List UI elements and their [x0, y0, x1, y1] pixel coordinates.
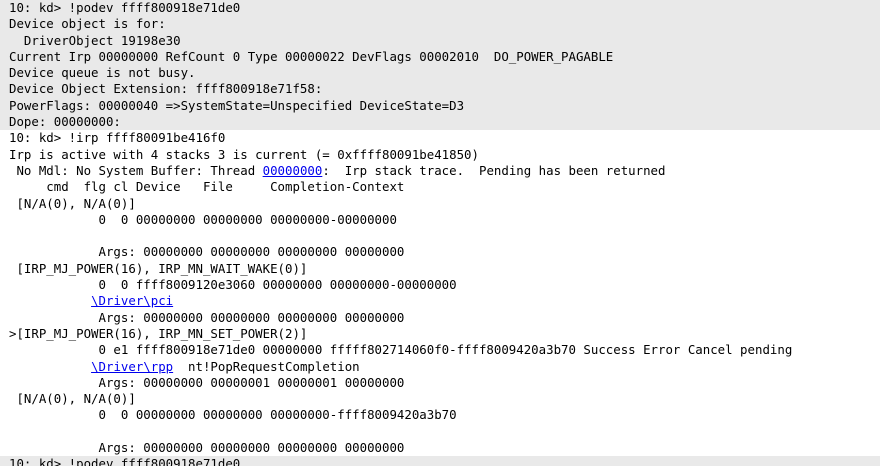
- output-line: Args: 00000000 00000001 00000001 0000000…: [9, 374, 405, 390]
- output-line: PowerFlags: 00000040 =>SystemState=Unspe…: [9, 97, 465, 113]
- command-prompt-line: 10: kd> !irp ffff80091be416f0: [9, 130, 226, 146]
- output-line: [N/A(0), N/A(0)]: [9, 195, 136, 211]
- output-line: \Driver\rpp nt!PopRequestCompletion: [0, 359, 880, 375]
- output-line: Dope: 00000000:: [9, 114, 121, 130]
- output-line: Device queue is not busy.: [9, 65, 196, 81]
- output-line: DriverObject 19198e30: [9, 32, 181, 48]
- output-text: nt!PopRequestCompletion: [173, 358, 360, 374]
- command-output-block: 10: kd> !podev ffff800918e71de0: [0, 456, 880, 466]
- output-line: 0 0 00000000 00000000 00000000-00000000: [9, 211, 397, 227]
- output-line: Args: 00000000 00000000 00000000 0000000…: [9, 309, 405, 325]
- output-line: cmd flg cl Device File Completion-Contex…: [9, 179, 405, 195]
- output-text: : Irp stack trace. Pending has been retu…: [322, 162, 666, 178]
- command-output-block: 10: kd> !irp ffff80091be416f0 Irp is acti…: [0, 130, 880, 457]
- output-text: No Mdl: No System Buffer: Thread: [9, 162, 263, 178]
- command-output-block: 10: kd> !podev ffff800918e71de0 Device ob…: [0, 0, 880, 131]
- command-prompt-line: 10: kd> !podev ffff800918e71de0: [9, 0, 241, 15]
- output-line: 0 0 ffff8009120e3060 00000000 00000000-0…: [9, 277, 457, 293]
- output-line: [N/A(0), N/A(0)]: [9, 391, 136, 407]
- output-line: [IRP_MJ_POWER(16), IRP_MN_WAIT_WAKE(0)]: [9, 260, 308, 276]
- dml-link[interactable]: \Driver\pci: [91, 293, 173, 308]
- output-line: 0 e1 ffff800918e71de0 00000000 fffff8027…: [9, 342, 793, 358]
- output-line: Device Object Extension: ffff800918e71f5…: [9, 81, 323, 97]
- output-line: \Driver\pci: [0, 293, 880, 309]
- dml-link[interactable]: \Driver\rpp: [91, 359, 173, 374]
- output-line: Device object is for:: [9, 16, 166, 32]
- debugger-output-window[interactable]: 10: kd> !podev ffff800918e71de0 Device ob…: [0, 0, 880, 466]
- output-line: Args: 00000000 00000000 00000000 0000000…: [9, 440, 405, 456]
- dml-link[interactable]: 00000000: [263, 163, 323, 178]
- output-line: No Mdl: No System Buffer: Thread 0000000…: [0, 163, 880, 179]
- output-line: >[IRP_MJ_POWER(16), IRP_MN_SET_POWER(2)]: [9, 325, 308, 341]
- output-line: Args: 00000000 00000000 00000000 0000000…: [9, 244, 405, 260]
- output-line: Current Irp 00000000 RefCount 0 Type 000…: [9, 48, 614, 64]
- command-prompt-line: 10: kd> !podev ffff800918e71de0: [9, 456, 241, 466]
- output-line: 0 0 00000000 00000000 00000000-ffff80094…: [9, 407, 457, 423]
- output-line: Irp is active with 4 stacks 3 is current…: [9, 146, 479, 162]
